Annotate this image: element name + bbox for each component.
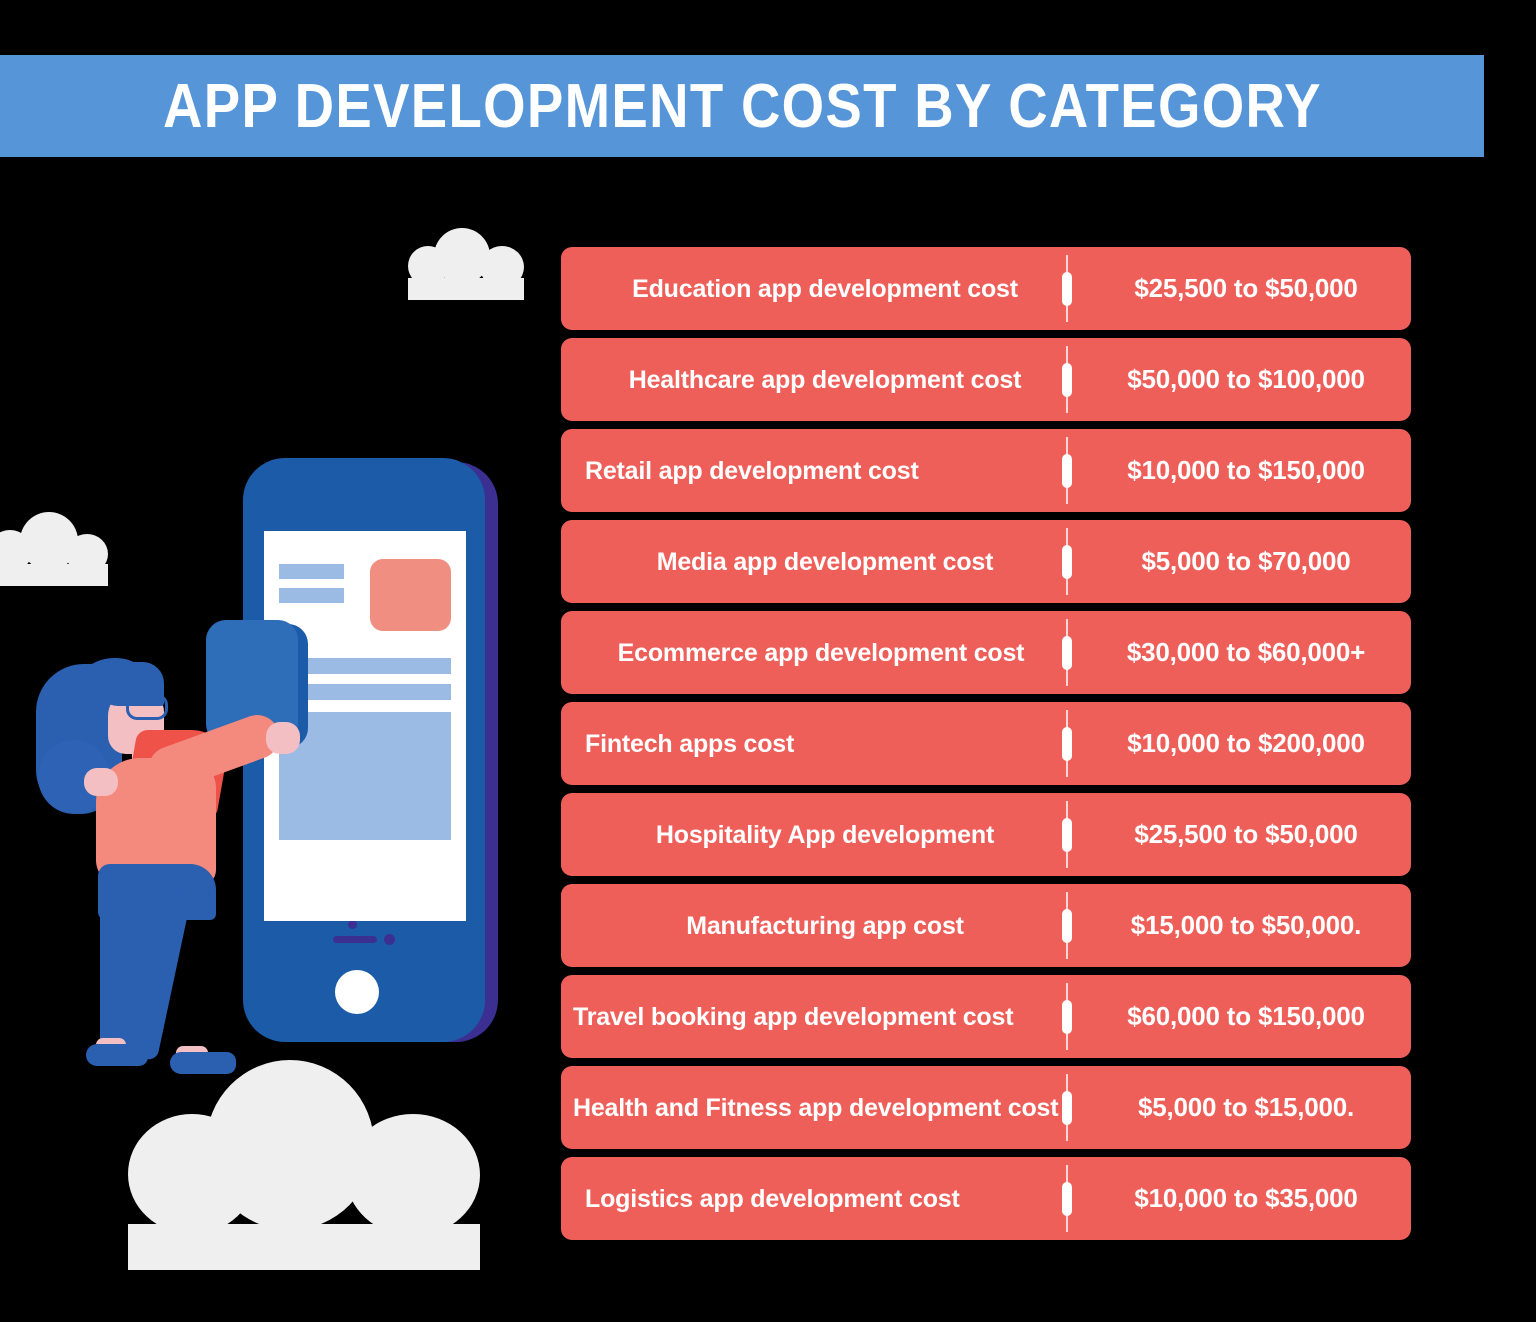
cloud-lobe (206, 1060, 374, 1230)
smartphone-speaker-icon (333, 936, 377, 943)
row-divider (1062, 255, 1072, 322)
row-divider (1062, 892, 1072, 959)
row-divider (1062, 346, 1072, 413)
row-value: $25,500 to $50,000 (1134, 273, 1358, 303)
cloud-bottom-icon (128, 1060, 480, 1270)
cloud-lobe (346, 1114, 480, 1236)
smartphone-home-button (335, 970, 379, 1014)
row-divider (1062, 1165, 1072, 1232)
screen-placeholder-bar (279, 588, 344, 603)
cloud-top-icon (408, 228, 524, 300)
row-label: Retail app development cost (585, 456, 919, 485)
table-row[interactable]: Healthcare app development cost $50,000 … (561, 338, 1411, 421)
row-value: $50,000 to $100,000 (1127, 364, 1365, 394)
cloud-base (408, 278, 524, 300)
row-divider-knob (1062, 1181, 1072, 1216)
hero-illustration (0, 440, 540, 1080)
row-label: Hospitality App development (655, 820, 995, 849)
row-value: $30,000 to $60,000+ (1126, 637, 1366, 667)
row-label: Healthcare app development cost (628, 365, 1022, 394)
smartphone-sensor-icon (348, 920, 357, 929)
woman-shoe-back (86, 1044, 148, 1066)
row-divider-knob (1062, 362, 1072, 397)
smartphone-camera-icon (384, 934, 395, 945)
row-divider-knob (1062, 635, 1072, 670)
table-row[interactable]: Manufacturing app cost $15,000 to $50,00… (561, 884, 1411, 967)
table-row[interactable]: Retail app development cost $10,000 to $… (561, 429, 1411, 512)
row-value: $10,000 to $200,000 (1127, 728, 1365, 758)
table-row[interactable]: Fintech apps cost $10,000 to $200,000 (561, 702, 1411, 785)
cost-table: Education app development cost $25,500 t… (561, 247, 1411, 1248)
row-value: $10,000 to $35,000 (1134, 1183, 1358, 1213)
row-divider (1062, 437, 1072, 504)
row-label: Ecommerce app development cost (617, 638, 1025, 667)
woman-hand-lower (84, 768, 118, 796)
table-row[interactable]: Education app development cost $25,500 t… (561, 247, 1411, 330)
row-value: $60,000 to $150,000 (1127, 1001, 1365, 1031)
row-value: $25,500 to $50,000 (1134, 819, 1358, 849)
row-divider (1062, 528, 1072, 595)
row-label: Travel booking app development cost (573, 1002, 1014, 1031)
row-divider-knob (1062, 908, 1072, 943)
row-divider (1062, 801, 1072, 868)
table-row[interactable]: Logistics app development cost $10,000 t… (561, 1157, 1411, 1240)
title-banner: APP DEVELOPMENT COST BY CATEGORY (0, 55, 1484, 157)
woman-hand-upper (266, 722, 300, 754)
screen-image-placeholder (370, 559, 451, 631)
cloud-base (128, 1224, 480, 1270)
table-row[interactable]: Hospitality App development $25,500 to $… (561, 793, 1411, 876)
woman-shoe-front (170, 1052, 236, 1074)
row-divider (1062, 619, 1072, 686)
row-label: Logistics app development cost (585, 1184, 960, 1213)
row-divider (1062, 710, 1072, 777)
page-title: APP DEVELOPMENT COST BY CATEGORY (162, 71, 1322, 141)
row-divider-knob (1062, 544, 1072, 579)
row-divider (1062, 983, 1072, 1050)
row-label: Health and Fitness app development cost (573, 1093, 1059, 1122)
row-label: Media app development cost (656, 547, 994, 576)
row-divider-knob (1062, 817, 1072, 852)
screen-placeholder-bar (279, 564, 344, 579)
table-row[interactable]: Media app development cost $5,000 to $70… (561, 520, 1411, 603)
row-divider-knob (1062, 726, 1072, 761)
row-divider-knob (1062, 271, 1072, 306)
row-label: Manufacturing app cost (686, 911, 964, 940)
row-divider-knob (1062, 1090, 1072, 1125)
row-divider-knob (1062, 453, 1072, 488)
row-value: $5,000 to $15,000. (1137, 1092, 1355, 1122)
table-row[interactable]: Travel booking app development cost $60,… (561, 975, 1411, 1058)
row-label: Education app development cost (632, 274, 1018, 303)
row-value: $5,000 to $70,000 (1141, 546, 1351, 576)
row-divider (1062, 1074, 1072, 1141)
row-value: $10,000 to $150,000 (1127, 455, 1365, 485)
row-divider-knob (1062, 999, 1072, 1034)
woman-hair-front (98, 662, 164, 706)
table-row[interactable]: Ecommerce app development cost $30,000 t… (561, 611, 1411, 694)
table-row[interactable]: Health and Fitness app development cost … (561, 1066, 1411, 1149)
row-value: $15,000 to $50,000. (1130, 910, 1362, 940)
row-label: Fintech apps cost (585, 729, 795, 758)
